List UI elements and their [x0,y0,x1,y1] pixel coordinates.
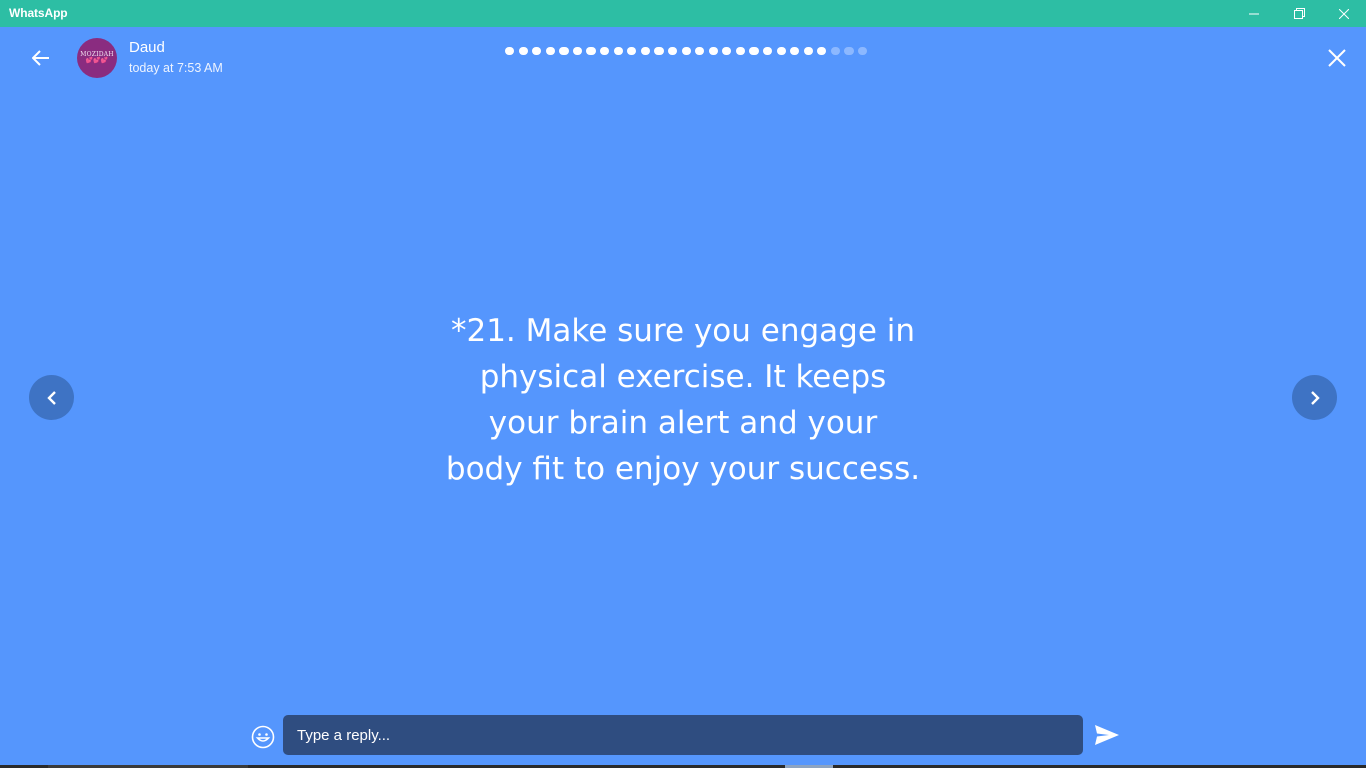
progress-dot-viewed [559,47,569,55]
progress-dot-viewed [627,47,637,55]
status-text: *21. Make sure you engage in physical ex… [445,313,921,487]
window-titlebar: WhatsApp [0,0,1366,27]
next-status-button[interactable] [1292,375,1337,420]
close-icon [1328,49,1346,67]
window-close-button[interactable] [1321,0,1366,27]
close-icon [1339,8,1349,19]
avatar-hearts: 💕💕💕 [85,58,109,64]
progress-dot-viewed [735,47,746,55]
progress-dot-viewed [681,47,691,55]
restore-icon [1293,8,1305,19]
emoji-button[interactable] [250,724,275,749]
progress-dot-viewed [667,47,678,55]
minimize-button[interactable] [1231,0,1277,27]
progress-dot-viewed [749,47,759,55]
reply-input[interactable] [283,715,1083,755]
avatar[interactable]: MOZIDAH 💕💕💕 [77,38,117,78]
previous-status-button[interactable] [29,375,74,420]
send-button[interactable] [1092,722,1122,748]
progress-dot-viewed [722,47,732,55]
progress-dot-viewed [545,47,555,55]
progress-dot-viewed [613,47,623,55]
close-viewer-button[interactable] [1324,47,1350,69]
progress-dot-viewed [572,47,583,55]
progress-dot-viewed [532,47,542,55]
back-button[interactable] [25,47,57,69]
progress-dot-viewed [776,47,786,55]
status-viewer[interactable]: MOZIDAH 💕💕💕 Daud today at 7:53 AM *21. M… [0,27,1366,768]
app-title: WhatsApp [9,6,68,20]
progress-dot-viewed [600,47,610,55]
progress-dot-viewed [586,47,596,55]
smiley-icon [251,725,274,748]
progress-dot-pending [844,47,854,55]
progress-dot-viewed [654,47,664,55]
progress-dot-viewed [708,47,718,55]
avatar-logo-text: MOZIDAH [80,51,114,58]
arrow-left-icon [32,50,49,66]
progress-dot-viewed [505,47,515,55]
restore-button[interactable] [1276,0,1322,27]
chevron-right-icon [1310,390,1320,405]
progress-dot-viewed [518,47,528,55]
progress-dot-viewed [803,47,813,55]
status-progress-indicator [505,47,868,55]
progress-dot-pending [830,47,841,55]
status-timestamp: today at 7:53 AM [129,61,223,75]
send-icon [1095,725,1119,745]
progress-dot-viewed [695,47,705,55]
progress-dot-viewed [790,47,800,55]
progress-dot-pending [858,47,868,55]
contact-name[interactable]: Daud [129,39,165,56]
progress-dot-viewed [640,47,650,55]
progress-dot-viewed [817,47,827,55]
minimize-icon [1249,13,1259,14]
progress-dot-viewed [762,47,773,55]
chevron-left-icon [46,390,56,405]
